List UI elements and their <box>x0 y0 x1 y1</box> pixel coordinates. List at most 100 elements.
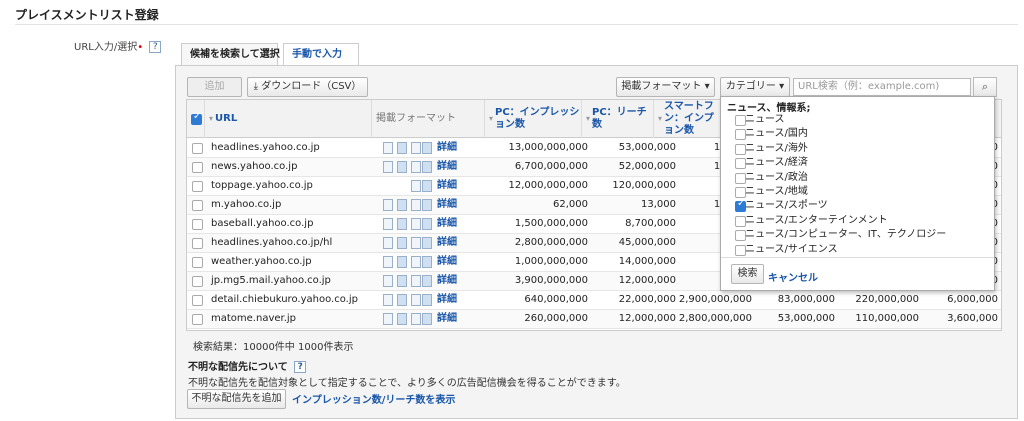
row-checkbox[interactable] <box>192 143 203 154</box>
title-divider <box>15 24 1018 25</box>
cell-url: jp.mg5.mail.yahoo.co.jp <box>211 275 331 286</box>
detail-link[interactable]: 詳細 <box>437 253 457 271</box>
add-unknown-destination-button[interactable]: 不明な配信先を追加 <box>187 389 286 409</box>
table-row[interactable]: matome.naver.jp 260,000,000 12,000,000 2,80… <box>187 310 1001 329</box>
cell-c5: 83,000,000 <box>777 294 835 305</box>
format-icon <box>411 218 421 230</box>
format-icon <box>422 218 432 230</box>
detail-link[interactable]: 詳細 <box>437 177 457 195</box>
help-icon[interactable]: ? <box>294 361 307 373</box>
format-icon <box>397 161 407 173</box>
category-group-label: ニュース、情報系; <box>727 103 811 114</box>
tab-search-select[interactable]: 候補を検索して選択 <box>181 43 280 66</box>
detail-link[interactable]: 詳細 <box>437 139 457 157</box>
detail-link[interactable]: 詳細 <box>437 291 457 309</box>
format-icon <box>383 275 393 287</box>
header-sp-label: スマートフ ン：インプ ョン数 <box>664 101 714 137</box>
cell-pc-reach: 53,000,000 <box>618 142 676 153</box>
cell-sp: 2,800,000,000 <box>678 313 752 324</box>
cell-url: weather.yahoo.co.jp <box>211 256 312 267</box>
format-filter-button[interactable]: 掲載フォーマット ▾ <box>616 77 715 97</box>
format-icon <box>411 180 421 192</box>
url-search-input[interactable]: URL検索（例：example.com) <box>793 78 971 96</box>
row-checkbox[interactable] <box>192 162 203 173</box>
header-select-all[interactable] <box>187 100 205 138</box>
download-icon: ⤓ <box>253 81 259 92</box>
search-button[interactable]: ⌕ <box>973 77 997 97</box>
row-checkbox[interactable] <box>192 238 203 249</box>
detail-link[interactable]: 詳細 <box>437 215 457 233</box>
cell-c7: 3,600,000 <box>947 313 998 324</box>
download-csv-label: ダウンロード（CSV） <box>261 81 362 92</box>
header-format: 掲載フォーマット <box>372 100 485 138</box>
unknown-destination-description: 不明な配信先を配信対象として指定することで、より多くの広告配信機会を得ることがで… <box>188 378 626 389</box>
header-sp-line1: スマートフ <box>664 101 714 112</box>
header-pc-reach[interactable]: ▾ PC：リーチ数 <box>582 100 654 138</box>
detail-link[interactable]: 詳細 <box>437 196 457 214</box>
cell-pc-reach: 22,000,000 <box>618 294 676 305</box>
cell-pc-imp: 640,000,000 <box>524 294 588 305</box>
format-icon <box>422 275 432 287</box>
cell-pc-imp: 13,000,000,000 <box>508 142 588 153</box>
format-icon <box>397 275 407 287</box>
category-filter-button[interactable]: カテゴリー ▾ <box>720 77 790 97</box>
sort-icon: ▾ <box>209 114 214 123</box>
format-icon <box>411 256 421 268</box>
row-checkbox[interactable] <box>192 276 203 287</box>
cell-pc-imp: 12,000,000,000 <box>508 180 588 191</box>
format-icon <box>383 161 393 173</box>
format-icon <box>422 237 432 249</box>
show-impressions-link[interactable]: インプレッション数/リーチ数を表示 <box>292 391 455 406</box>
url-field-label-text: URL入力/選択 <box>74 42 138 53</box>
row-checkbox[interactable] <box>192 219 203 230</box>
format-icon <box>422 313 432 325</box>
format-icon <box>411 313 421 325</box>
header-pc-impressions[interactable]: ▾ PC：インプレッシ ョン数 <box>485 100 582 138</box>
category-option-label: ニュース/エンターテインメント <box>745 214 888 226</box>
header-smartphone-impressions[interactable]: ▾ スマートフ ン：インプ ョン数 <box>654 100 724 138</box>
cell-pc-reach: 8,700,000 <box>625 218 676 229</box>
header-pc-imp-line2: ョン数 <box>495 119 526 130</box>
detail-link[interactable]: 詳細 <box>437 272 457 290</box>
row-checkbox[interactable] <box>192 181 203 192</box>
row-checkbox[interactable] <box>192 314 203 325</box>
cell-pc-reach: 52,000,000 <box>618 161 676 172</box>
format-icon <box>397 237 407 249</box>
format-icon <box>411 237 421 249</box>
sort-icon: ▾ <box>489 114 494 123</box>
category-cancel-link[interactable]: キャンセル <box>768 269 818 284</box>
format-icon <box>411 161 421 173</box>
header-pc-imp-line1: PC：インプレッシ <box>495 107 580 118</box>
header-pc-impressions-label: PC：インプレッシ ョン数 <box>495 107 579 131</box>
detail-link[interactable]: 詳細 <box>437 158 457 176</box>
cell-url: headlines.yahoo.co.jp <box>211 142 320 153</box>
category-option-label: ニュース/スポーツ <box>745 200 828 212</box>
download-csv-button[interactable]: ⤓ ダウンロード（CSV） <box>247 77 368 97</box>
row-checkbox[interactable] <box>192 295 203 306</box>
format-icon <box>422 199 432 211</box>
format-icon <box>383 199 393 211</box>
category-search-button[interactable]: 検索 <box>731 264 764 284</box>
detail-link[interactable]: 詳細 <box>437 310 457 328</box>
add-button[interactable]: 追加 <box>187 77 242 97</box>
cell-pc-imp: 1,500,000,000 <box>514 218 588 229</box>
header-url-label: URL <box>215 113 238 124</box>
format-icon <box>422 161 432 173</box>
cell-pc-imp: 260,000,000 <box>524 313 588 324</box>
header-url[interactable]: ▾ URL <box>205 100 372 138</box>
help-icon[interactable]: ? <box>149 41 162 53</box>
format-icon <box>422 256 432 268</box>
url-field-label: URL入力/選択• ? <box>74 38 162 53</box>
tab-manual-input[interactable]: 手動で入力 <box>283 43 359 66</box>
result-count: 検索結果：10000件中 1000件表示 <box>193 342 354 353</box>
format-icon <box>397 256 407 268</box>
row-checkbox[interactable] <box>192 200 203 211</box>
cell-pc-imp: 3,900,000,000 <box>514 275 588 286</box>
cell-pc-imp: 6,700,000,000 <box>514 161 588 172</box>
cell-url: toppage.yahoo.co.jp <box>211 180 313 191</box>
table-row[interactable]: detail.chiebukuro.yahoo.co.jp 640,000,000… <box>187 291 1001 310</box>
detail-link[interactable]: 詳細 <box>437 234 457 252</box>
row-checkbox[interactable] <box>192 257 203 268</box>
select-all-checkbox[interactable] <box>191 111 202 125</box>
category-option-label: ニュース/国内 <box>745 128 808 140</box>
